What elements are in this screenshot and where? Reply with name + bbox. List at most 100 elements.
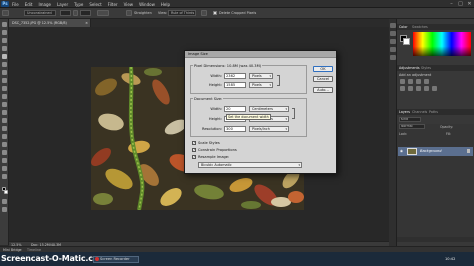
eraser-tool-icon[interactable]	[2, 102, 7, 107]
properties-icon[interactable]	[390, 31, 396, 36]
exposure-icon[interactable]	[424, 79, 429, 84]
document-close-icon[interactable]: ×	[85, 21, 88, 25]
hand-tool-icon[interactable]	[2, 166, 7, 171]
close-button[interactable]: ✕	[467, 1, 472, 7]
path-select-tool-icon[interactable]	[2, 150, 7, 155]
resample-image-checkbox[interactable]: ✓	[192, 155, 196, 159]
clone-source-icon[interactable]	[390, 47, 396, 52]
straighten-icon[interactable]	[126, 10, 132, 16]
crop-height-field[interactable]	[80, 10, 91, 16]
crop-tool-icon[interactable]	[2, 10, 9, 16]
link-bracket-icon	[292, 108, 295, 119]
brightness-icon[interactable]	[400, 79, 405, 84]
menu-edit[interactable]: Edit	[25, 2, 33, 7]
document-tab[interactable]: DSC_7352.JPG @ 12.5% (RGB/8) ×	[9, 19, 91, 27]
clear-button[interactable]	[97, 10, 109, 16]
px-height-unit-select[interactable]: Pixels ▾	[249, 82, 273, 88]
color-balance-icon[interactable]	[416, 86, 421, 91]
screen-mode-icon[interactable]	[2, 207, 7, 212]
menu-filter[interactable]: Filter	[108, 2, 118, 7]
tab-layers[interactable]: Layers	[399, 110, 410, 114]
hue-saturation-icon[interactable]	[408, 86, 413, 91]
maximize-button[interactable]: □	[458, 1, 463, 7]
quick-mask-icon[interactable]	[2, 199, 7, 204]
visibility-eye-icon[interactable]: ◉	[400, 149, 404, 153]
gear-icon[interactable]	[201, 10, 207, 16]
tab-channels[interactable]: Channels	[412, 110, 427, 114]
lasso-tool-icon[interactable]	[2, 38, 7, 43]
dropdown-arrow-icon: ▾	[269, 83, 271, 87]
layer-name[interactable]: Background	[420, 149, 442, 153]
eyedropper-tool-icon[interactable]	[2, 62, 7, 67]
constrain-proportions-checkbox[interactable]: ✓	[192, 148, 196, 152]
crop-preset-select[interactable]: Unconstrained	[24, 10, 56, 16]
marquee-tool-icon[interactable]	[2, 30, 7, 35]
clone-tool-icon[interactable]	[2, 86, 7, 91]
scale-styles-checkbox[interactable]: ✓	[192, 141, 196, 145]
auto-button[interactable]: Auto...	[313, 87, 333, 93]
delete-cropped-checkbox[interactable]	[213, 11, 217, 15]
blend-mode-select[interactable]: Normal	[399, 124, 425, 129]
doc-width-field[interactable]: 20	[224, 106, 246, 112]
swap-icon[interactable]	[73, 10, 78, 16]
levels-icon[interactable]	[408, 79, 413, 84]
healing-tool-icon[interactable]	[2, 70, 7, 75]
minimize-button[interactable]: –	[449, 1, 454, 7]
menu-type[interactable]: Type	[74, 2, 83, 7]
menu-image[interactable]: Image	[38, 2, 51, 7]
move-tool-icon[interactable]	[2, 22, 7, 27]
dropdown-arrow-icon: ▾	[269, 74, 271, 78]
dodge-tool-icon[interactable]	[2, 126, 7, 131]
blur-tool-icon[interactable]	[2, 118, 7, 123]
brush-tool-icon[interactable]	[2, 78, 7, 83]
doc-width-unit-select[interactable]: Centimeters ▾	[249, 106, 289, 112]
history-brush-tool-icon[interactable]	[2, 94, 7, 99]
zoom-tool-icon[interactable]	[2, 174, 7, 179]
view-overlay-select[interactable]: Rule of Thirds	[168, 10, 196, 16]
doc-width-unit-value: Centimeters	[252, 107, 273, 111]
ok-button[interactable]: OK	[313, 66, 333, 72]
pen-tool-icon[interactable]	[2, 134, 7, 139]
shape-tool-icon[interactable]	[2, 158, 7, 163]
straighten-label[interactable]: Straighten	[134, 11, 152, 15]
tab-styles[interactable]: Styles	[421, 66, 431, 70]
curves-icon[interactable]	[416, 79, 421, 84]
brush-panel-icon[interactable]	[390, 39, 396, 44]
resample-method-select[interactable]: Bicubic Automatic ▾	[198, 162, 302, 168]
view-label: View:	[158, 11, 168, 15]
px-width-unit-select[interactable]: Pixels ▾	[249, 73, 273, 79]
crop-width-field[interactable]	[60, 10, 71, 16]
menu-file[interactable]: File	[12, 2, 19, 7]
layer-filter-kind[interactable]: Kind	[399, 117, 421, 122]
background-color-swatch[interactable]	[4, 190, 8, 194]
cancel-button[interactable]: Cancel	[313, 76, 333, 82]
photo-filter-icon[interactable]	[432, 86, 437, 91]
history-icon[interactable]	[390, 23, 396, 28]
type-tool-icon[interactable]	[2, 142, 7, 147]
background-color-picker[interactable]	[403, 38, 410, 45]
vibrance-icon[interactable]	[400, 86, 405, 91]
black-white-icon[interactable]	[424, 86, 429, 91]
resolution-field[interactable]: 300	[224, 126, 246, 132]
character-icon[interactable]	[390, 55, 396, 60]
menu-view[interactable]: View	[124, 2, 134, 7]
color-spectrum[interactable]	[413, 32, 471, 56]
gradient-tool-icon[interactable]	[2, 110, 7, 115]
menu-layer[interactable]: Layer	[57, 2, 68, 7]
menu-help[interactable]: Help	[161, 2, 170, 7]
quick-select-tool-icon[interactable]	[2, 46, 7, 51]
pixel-dimensions-label: Pixel Dimensions: 10.8M (was 40.3M)	[193, 64, 263, 68]
menu-select[interactable]: Select	[89, 2, 101, 7]
tab-adjustments[interactable]: Adjustments	[399, 66, 420, 70]
crop-tool-icon[interactable]	[2, 54, 7, 59]
document-tab-label: DSC_7352.JPG @ 12.5% (RGB/8)	[12, 21, 67, 25]
menu-window[interactable]: Window	[139, 2, 155, 7]
resolution-unit-select[interactable]: Pixels/Inch ▾	[249, 126, 289, 132]
tab-swatches[interactable]: Swatches	[412, 25, 428, 29]
dialog-title-bar[interactable]: Image Size	[185, 51, 336, 58]
px-height-field[interactable]: 1585	[224, 82, 246, 88]
fill-label: Fill:	[446, 132, 452, 136]
tab-paths[interactable]: Paths	[429, 110, 438, 114]
px-width-field[interactable]: 2362	[224, 73, 246, 79]
tab-color[interactable]: Color	[399, 25, 408, 29]
